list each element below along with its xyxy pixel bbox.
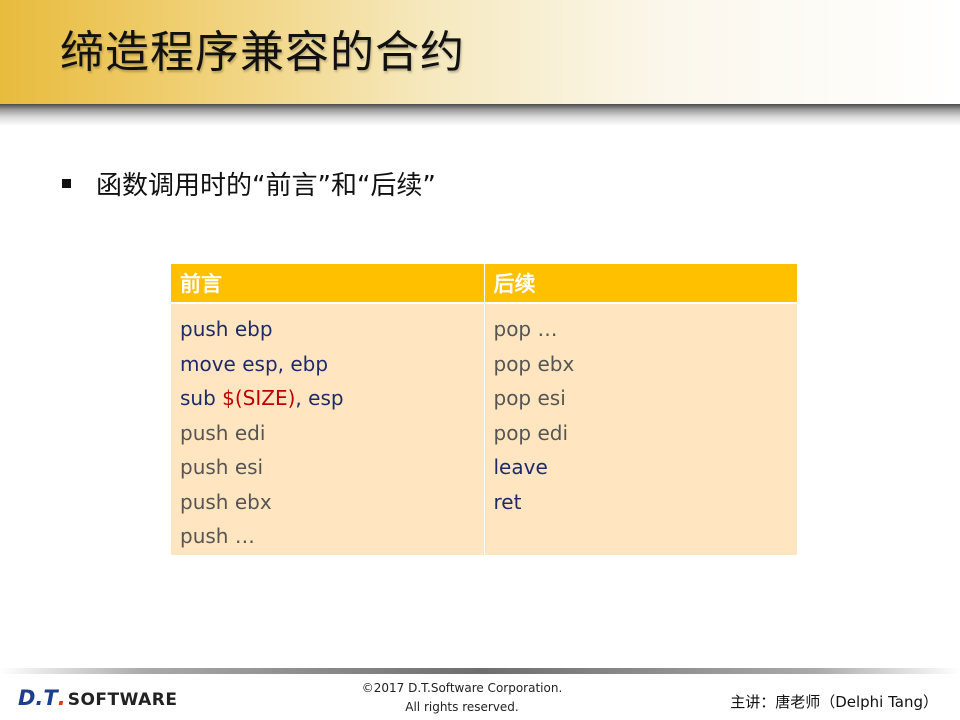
code-token: pop esi bbox=[493, 386, 566, 410]
epilogue-header: 后续 bbox=[484, 264, 797, 304]
square-bullet-icon bbox=[62, 178, 71, 188]
epilogue-cell: pop … pop ebx pop esi pop edi leave ret bbox=[484, 303, 797, 555]
slide-title: 缔造程序兼容的合约 bbox=[60, 27, 465, 78]
code-line: push esi bbox=[180, 450, 484, 485]
code-token: move esp, ebp bbox=[180, 351, 329, 376]
code-line: push ebp bbox=[180, 312, 484, 347]
presenter-credit: 主讲：唐老师（Delphi Tang） bbox=[730, 693, 938, 711]
code-token: push … bbox=[180, 524, 255, 548]
bullet-text: 函数调用时的“前言”和“后续” bbox=[96, 170, 436, 201]
bullet-item: 函数调用时的“前言”和“后续” bbox=[62, 163, 436, 203]
code-token: , esp bbox=[295, 386, 344, 410]
code-line: sub $(SIZE), esp bbox=[180, 381, 484, 416]
code-token: pop edi bbox=[493, 420, 569, 445]
prologue-header: 前言 bbox=[171, 264, 485, 304]
code-line: push ebx bbox=[180, 485, 484, 520]
prologue-epilogue-table: 前言 后续 push ebp move esp, ebp sub $(SIZE), … bbox=[171, 264, 797, 555]
prologue-cell: push ebp move esp, ebp sub $(SIZE), esp pus… bbox=[171, 303, 485, 555]
code-token: leave bbox=[493, 455, 548, 479]
code-line: ret bbox=[494, 485, 798, 520]
code-line: push … bbox=[180, 519, 484, 554]
code-line: leave bbox=[494, 450, 798, 485]
code-token: push esi bbox=[180, 455, 264, 479]
code-line: pop … bbox=[494, 312, 798, 347]
code-line: push edi bbox=[180, 416, 484, 451]
code-line: pop esi bbox=[494, 381, 798, 416]
footer-divider bbox=[0, 668, 960, 674]
code-token: push edi bbox=[180, 420, 266, 445]
code-token: $(SIZE) bbox=[222, 386, 296, 410]
code-token: push ebp bbox=[180, 317, 273, 341]
code-token: ret bbox=[493, 489, 522, 514]
code-token: sub bbox=[180, 386, 223, 410]
code-token: pop ebx bbox=[493, 351, 575, 376]
code-line: pop edi bbox=[494, 416, 798, 451]
title-divider bbox=[0, 104, 960, 126]
code-line: pop ebx bbox=[494, 347, 798, 382]
code-line: move esp, ebp bbox=[180, 347, 484, 382]
code-token: pop … bbox=[493, 317, 558, 341]
code-token: push ebx bbox=[180, 489, 272, 514]
